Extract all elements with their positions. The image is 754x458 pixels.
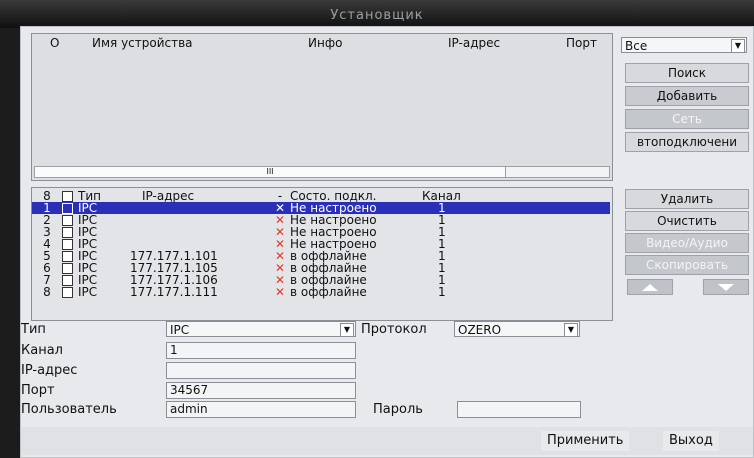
col-info-header[interactable]: Инфо (308, 36, 342, 50)
row-channel: 1 (438, 237, 446, 251)
search-button[interactable]: Поиск (625, 63, 749, 83)
col-port-header[interactable]: Порт (566, 36, 597, 50)
row-checkbox (62, 202, 78, 214)
password-label: Пароль (373, 402, 423, 417)
copy-button[interactable]: Скопировать (625, 255, 749, 275)
row-ip (130, 202, 270, 214)
row-select-checkbox[interactable] (62, 239, 73, 250)
row-select-checkbox[interactable] (62, 287, 73, 298)
row-checkbox (62, 274, 78, 286)
apply-button[interactable]: Применить (541, 431, 630, 451)
ip-field[interactable] (166, 362, 356, 379)
port-field[interactable]: 34567 (166, 382, 356, 399)
scroll-down-button[interactable] (703, 279, 749, 295)
type-label: Тип (21, 322, 46, 337)
row-filler (502, 226, 610, 238)
scroll-up-button[interactable] (627, 279, 673, 295)
device-list-hscrollbar[interactable]: III (34, 166, 610, 178)
hscroll-thumb[interactable]: III (35, 167, 506, 177)
row-filler (502, 286, 610, 298)
row-checkbox (62, 214, 78, 226)
delete-button[interactable]: Удалить (625, 189, 749, 209)
video-audio-button[interactable]: Видео/Аудио (625, 233, 749, 253)
ip-header: IP-адрес (142, 189, 195, 203)
channel-header: Канал (422, 189, 461, 203)
ip-label: IP-адрес (21, 363, 78, 378)
row-checkbox (62, 286, 78, 298)
network-button[interactable]: Сеть (625, 109, 749, 129)
row-ip: 177.177.1.111 (130, 285, 218, 299)
row-filler (502, 202, 610, 214)
row-checkbox (62, 262, 78, 274)
row-filler (502, 238, 610, 250)
row-number: 8 (43, 285, 51, 299)
row-channel: 1 (438, 285, 446, 299)
exit-button[interactable]: Выход (663, 431, 719, 451)
row-ip (130, 226, 270, 238)
row-select-checkbox[interactable] (62, 275, 73, 286)
row-checkbox (62, 250, 78, 262)
row-channel: 1 (438, 273, 446, 287)
username-field[interactable]: admin (166, 401, 356, 418)
row-select-checkbox[interactable] (62, 263, 73, 274)
row-filler (502, 274, 610, 286)
type-select-value: IPC (170, 323, 190, 337)
add-device-button[interactable]: Добавить (625, 86, 749, 106)
type-select[interactable]: IPC ▼ (166, 321, 356, 337)
username-label: Пользователь (21, 402, 117, 417)
device-filter-value: Все (625, 39, 648, 53)
row-state: в оффлайне (290, 285, 367, 299)
device-search-list[interactable]: O Имя устройства Инфо IP-адрес Порт III (31, 33, 613, 181)
select-all-checkbox[interactable] (62, 191, 73, 202)
row-select-checkbox[interactable] (62, 215, 73, 226)
password-field[interactable] (457, 401, 581, 418)
channel-label: Канал (21, 343, 63, 358)
hscroll-grip: III (266, 167, 274, 176)
row-checkbox (62, 226, 78, 238)
table-row[interactable]: 8 IPC 177.177.1.111 ✕ в оффлайне 1 (32, 286, 610, 298)
arrow-down-icon (718, 284, 734, 291)
row-channel: 1 (438, 225, 446, 239)
row-channel: 1 (438, 249, 446, 263)
chevron-down-icon[interactable]: ▼ (731, 39, 745, 53)
added-devices-table: 8 Тип IP-адрес - Состо. подкл. Канал 1 IP… (32, 190, 610, 298)
status-x-icon: ✕ (274, 285, 286, 299)
window-title: Установщик (330, 8, 424, 23)
row-filler (502, 262, 610, 274)
row-select-checkbox[interactable] (62, 227, 73, 238)
row-ip (130, 214, 270, 226)
autoconnect-button[interactable]: втоподключени (625, 132, 749, 152)
row-filler (502, 214, 610, 226)
protocol-label: Протокол (361, 322, 427, 337)
row-channel: 1 (422, 202, 502, 214)
footer-bar (21, 427, 753, 455)
installer-dialog: O Имя устройства Инфо IP-адрес Порт III … (20, 26, 754, 458)
clear-button[interactable]: Очистить (625, 211, 749, 231)
chevron-down-icon[interactable]: ▼ (340, 323, 354, 337)
col-ip-header[interactable]: IP-адрес (448, 36, 500, 50)
col-o-header: O (50, 36, 60, 50)
protocol-select[interactable]: OZERO ▼ (454, 321, 580, 337)
chevron-down-icon[interactable]: ▼ (564, 323, 578, 337)
col-name-header[interactable]: Имя устройства (92, 36, 193, 50)
added-devices-list[interactable]: 8 Тип IP-адрес - Состо. подкл. Канал 1 IP… (31, 187, 613, 321)
device-filter-select[interactable]: Все ▼ (621, 37, 747, 53)
row-channel: 1 (438, 261, 446, 275)
channel-field[interactable]: 1 (166, 342, 356, 359)
row-select-checkbox[interactable] (62, 203, 73, 214)
row-select-checkbox[interactable] (62, 251, 73, 262)
row-checkbox (62, 238, 78, 250)
arrow-up-icon (642, 284, 658, 291)
row-channel: 1 (438, 213, 446, 227)
device-list-header: O Имя устройства Инфо IP-адрес Порт (32, 34, 612, 52)
port-label: Порт (21, 383, 55, 398)
row-filler (502, 250, 610, 262)
row-type: IPC (78, 285, 98, 299)
window-titlebar: Установщик (0, 0, 754, 28)
protocol-select-value: OZERO (458, 323, 502, 337)
